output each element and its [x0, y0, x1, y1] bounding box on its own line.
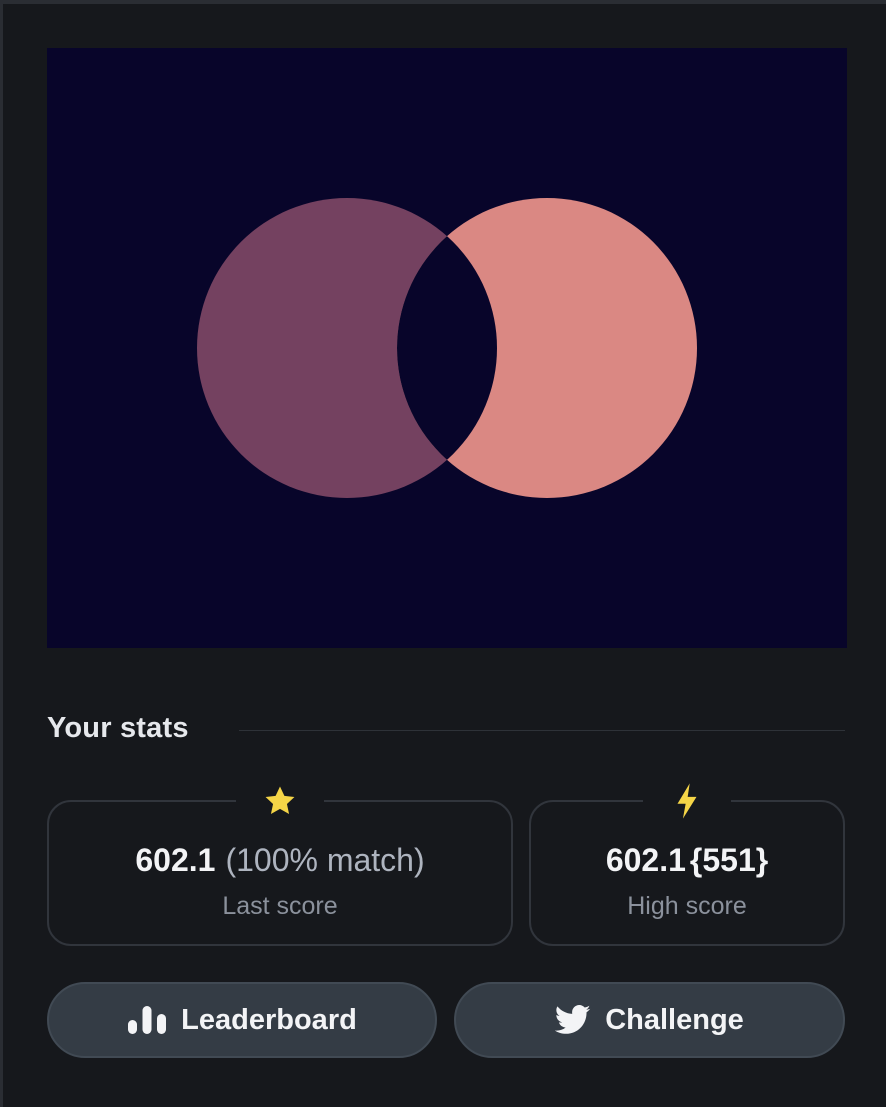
last-score-card: 602.1 (100% match) Last score [47, 778, 513, 946]
high-score-detail: {551} [689, 842, 769, 878]
last-score-value: 602.1 [135, 842, 216, 878]
challenge-button-label: Challenge [605, 1003, 744, 1036]
bar-chart-icon [128, 1006, 167, 1034]
heading-divider [239, 730, 845, 731]
last-score-match: (100% match) [225, 842, 425, 878]
twitter-bird-icon [555, 1005, 591, 1034]
leaderboard-button-label: Leaderboard [181, 1003, 357, 1036]
high-score-value: 602.1 [605, 842, 686, 878]
lightning-bolt-icon [643, 778, 731, 824]
high-score-label: High score [627, 892, 747, 920]
target-canvas [47, 48, 847, 648]
app-frame: Your stats 602.1 (100% match) Last score … [0, 0, 886, 1107]
challenge-button[interactable]: Challenge [454, 982, 845, 1058]
target-image [47, 48, 847, 648]
last-score-label: Last score [222, 892, 338, 920]
high-score-card: 602.1 {551} High score [529, 778, 845, 946]
star-icon [236, 778, 324, 824]
last-score-value-line: 602.1 (100% match) [49, 842, 511, 879]
high-score-value-line: 602.1 {551} [531, 842, 843, 879]
stats-heading: Your stats [47, 712, 189, 744]
leaderboard-button[interactable]: Leaderboard [47, 982, 437, 1058]
